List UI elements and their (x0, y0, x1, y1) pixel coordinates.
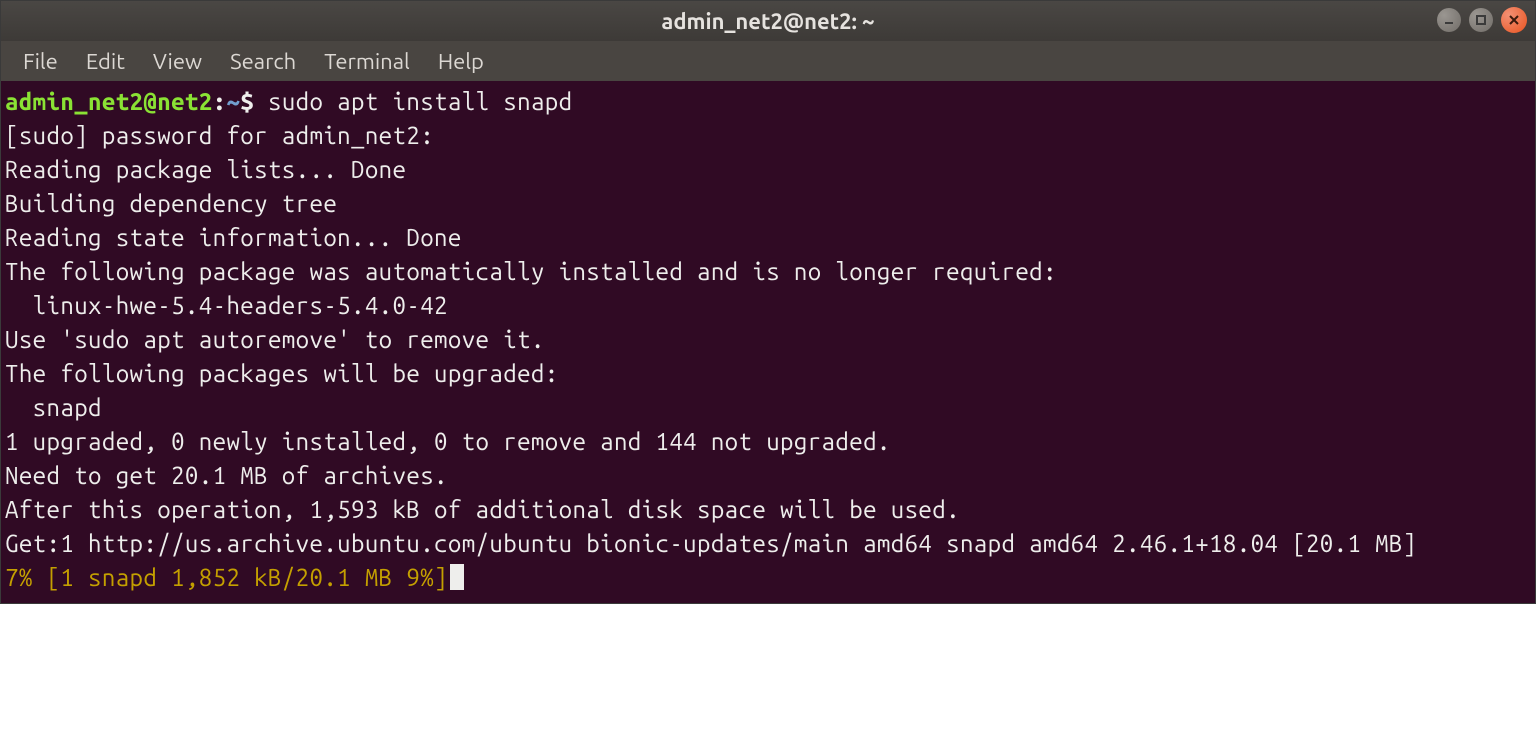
close-button[interactable] (1501, 7, 1527, 33)
output-line: The following package was automatically … (5, 255, 1531, 289)
prompt-line: admin_net2@net2:~$ sudo apt install snap… (5, 85, 1531, 119)
prompt-sigil: $ (240, 88, 268, 115)
menu-terminal[interactable]: Terminal (312, 45, 422, 78)
menu-edit[interactable]: Edit (74, 45, 137, 78)
output-line: Reading state information... Done (5, 221, 1531, 255)
output-line: Reading package lists... Done (5, 153, 1531, 187)
prompt-user-host: admin_net2@net2 (5, 88, 213, 115)
output-line: [sudo] password for admin_net2: (5, 119, 1531, 153)
terminal-body[interactable]: admin_net2@net2:~$ sudo apt install snap… (1, 81, 1535, 603)
menu-view[interactable]: View (141, 45, 214, 78)
output-line: snapd (5, 391, 1531, 425)
window-controls (1437, 7, 1527, 33)
output-line: After this operation, 1,593 kB of additi… (5, 493, 1531, 527)
output-line: The following packages will be upgraded: (5, 357, 1531, 391)
maximize-button[interactable] (1469, 8, 1493, 32)
menubar: File Edit View Search Terminal Help (1, 41, 1535, 81)
output-line: Need to get 20.1 MB of archives. (5, 459, 1531, 493)
minimize-button[interactable] (1437, 8, 1461, 32)
progress-line: 7% [1 snapd 1,852 kB/20.1 MB 9%] (5, 561, 1531, 595)
menu-file[interactable]: File (11, 45, 70, 78)
window-title: admin_net2@net2: ~ (661, 9, 874, 34)
output-line: 1 upgraded, 0 newly installed, 0 to remo… (5, 425, 1531, 459)
download-progress: 7% [1 snapd 1,852 kB/20.1 MB 9%] (5, 564, 448, 591)
output-line: Building dependency tree (5, 187, 1531, 221)
menu-search[interactable]: Search (218, 45, 308, 78)
maximize-icon (1475, 14, 1487, 26)
terminal-window: admin_net2@net2: ~ File Edit View Search… (0, 0, 1536, 604)
output-line: linux-hwe-5.4-headers-5.4.0-42 (5, 289, 1531, 323)
close-icon (1508, 14, 1520, 26)
minimize-icon (1443, 14, 1455, 26)
output-line: Get:1 http://us.archive.ubuntu.com/ubunt… (5, 527, 1531, 561)
output-line: Use 'sudo apt autoremove' to remove it. (5, 323, 1531, 357)
cursor (450, 564, 464, 590)
prompt-colon: : (213, 88, 227, 115)
prompt-path: ~ (226, 88, 240, 115)
titlebar: admin_net2@net2: ~ (1, 1, 1535, 41)
command-text: sudo apt install snapd (268, 88, 572, 115)
menu-help[interactable]: Help (426, 45, 496, 78)
